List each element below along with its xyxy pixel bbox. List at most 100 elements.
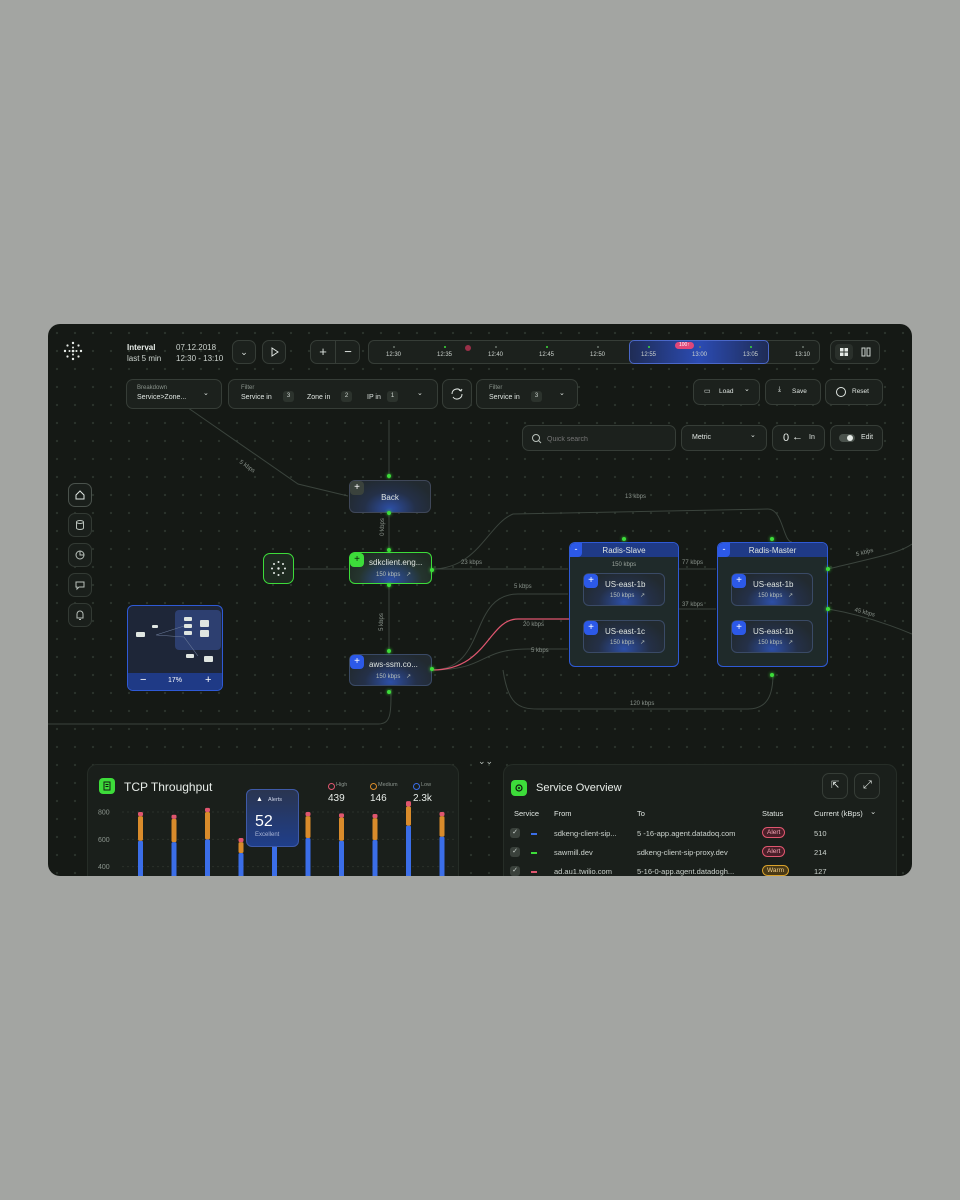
play-button[interactable]	[262, 340, 286, 364]
bar-low[interactable]	[272, 844, 277, 876]
open-external-button[interactable]: ⇱	[822, 773, 848, 799]
expand-button[interactable]: ⤢	[854, 773, 880, 799]
row-checkbox[interactable]: ✓	[510, 847, 520, 857]
add-icon[interactable]: +	[732, 621, 746, 635]
timeline[interactable]: 100↑ 12:30 12:35 12:40 12:45 12:50 12:55 13:00…	[368, 340, 820, 364]
save-label: Save	[792, 388, 807, 395]
interval-dropdown-button[interactable]: ⌄	[232, 340, 256, 364]
minimap-zoom-in[interactable]: +	[205, 674, 211, 686]
breakdown-dropdown[interactable]: Breakdown Service>Zone... ⌄	[126, 379, 222, 409]
port-dot	[387, 511, 391, 515]
split-view-button[interactable]	[857, 344, 875, 360]
node-back[interactable]: + Back	[349, 480, 431, 513]
grid-view-button[interactable]	[835, 344, 853, 360]
filter-label: Filter	[489, 385, 503, 391]
table-row[interactable]: ✓ sdkeng-client-sip... 5 -16-app.agent.dat…	[504, 825, 884, 843]
node-us-east-1b-2[interactable]: + US-east-1b 150 kbps ↗	[731, 620, 813, 653]
refresh-button[interactable]	[442, 379, 472, 409]
edge-label: 5 kbps	[514, 584, 532, 590]
collapse-panel-button[interactable]: ⌄⌄	[478, 756, 493, 767]
node-us-east-1c[interactable]: + US-east-1c 150 kbps ↗	[583, 620, 665, 653]
group-radis-slave[interactable]: - Radis-Slave 150 kbps + US-east-1b 150 …	[569, 542, 679, 667]
search-input[interactable]	[545, 431, 669, 447]
bar-low[interactable]	[171, 842, 177, 876]
metric-dropdown[interactable]: Metric ⌄	[681, 425, 767, 451]
bar-medium[interactable]	[372, 818, 378, 841]
col-to[interactable]: To	[637, 809, 645, 818]
table-row[interactable]: ✓ sawmill.dev sdkeng-client-sip-proxy.dev A…	[504, 844, 884, 862]
add-icon[interactable]: +	[350, 553, 364, 567]
save-button[interactable]: ⤓ Save	[765, 379, 821, 405]
interval-value: last 5 min	[127, 354, 162, 363]
node-us-east-1b[interactable]: + US-east-1b 150 kbps ↗	[583, 573, 665, 606]
nav-database[interactable]	[68, 513, 92, 537]
row-checkbox[interactable]: ✓	[510, 866, 520, 876]
bar-low[interactable]	[406, 825, 411, 876]
bar-medium[interactable]	[138, 816, 143, 841]
search-icon	[532, 434, 542, 444]
arrow-up-right-icon: ↗	[640, 593, 646, 599]
table-row[interactable]: ✓ ad.au1.twilio.com 5-16-0-app.agent.datad…	[504, 863, 884, 876]
bar-medium[interactable]	[339, 817, 344, 841]
bar-high[interactable]	[171, 814, 177, 819]
bar-high[interactable]	[439, 812, 445, 817]
col-current[interactable]: Current (kBps)	[814, 809, 863, 818]
minimap[interactable]: − 17% +	[127, 605, 223, 691]
toggle-switch[interactable]	[839, 434, 855, 442]
timeline-tick: 13:10	[795, 352, 811, 358]
load-button[interactable]: ▭ Load ⌄	[693, 379, 760, 405]
bar-medium[interactable]	[439, 816, 445, 837]
bar-high[interactable]	[339, 813, 344, 818]
bar-medium[interactable]	[171, 818, 177, 843]
quick-search[interactable]	[522, 425, 676, 451]
bar-high[interactable]	[205, 807, 210, 812]
ip-in-label: IP in	[367, 394, 381, 401]
bar-low[interactable]	[205, 839, 210, 876]
node-us-east-1b[interactable]: + US-east-1b 150 kbps ↗	[731, 573, 813, 606]
nav-home[interactable]	[68, 483, 92, 507]
col-status[interactable]: Status	[762, 809, 783, 818]
bar-low[interactable]	[238, 853, 244, 876]
bar-low[interactable]	[305, 837, 311, 876]
bar-low[interactable]	[372, 840, 378, 876]
node-sdkclient[interactable]: + sdkclient.eng... 150 kbps ↗	[349, 552, 432, 584]
bar-medium[interactable]	[238, 842, 244, 853]
nav-alerts[interactable]	[68, 603, 92, 627]
row-checkbox[interactable]: ✓	[510, 828, 520, 838]
zoom-in-button[interactable]: +	[311, 341, 336, 363]
direction-toggle[interactable]: 0 ← In	[772, 425, 825, 451]
bar-high[interactable]	[138, 812, 143, 817]
bar-medium[interactable]	[406, 806, 411, 826]
source-node[interactable]	[263, 553, 294, 584]
bar-high[interactable]	[406, 801, 411, 807]
add-icon[interactable]: +	[584, 574, 598, 588]
edge-label: 23 kbps	[461, 560, 483, 566]
node-label: US-east-1b	[753, 627, 794, 636]
bar-medium[interactable]	[305, 816, 311, 838]
bar-low[interactable]	[439, 836, 445, 876]
bar-high[interactable]	[238, 837, 244, 843]
bar-high[interactable]	[305, 812, 311, 817]
logo-icon[interactable]	[62, 340, 84, 362]
add-icon[interactable]: +	[732, 574, 746, 588]
service-in-label: Service in	[241, 394, 272, 401]
filter-service-zone-ip[interactable]: Filter Service in 3 Zone in 2 IP in 1 ⌄	[228, 379, 438, 409]
col-from[interactable]: From	[554, 809, 572, 818]
bar-low[interactable]	[339, 840, 344, 876]
zoom-out-button[interactable]: −	[336, 341, 360, 363]
bar-high[interactable]	[372, 814, 378, 819]
gear-icon	[511, 780, 527, 796]
bar-low[interactable]	[138, 840, 143, 876]
edit-toggle[interactable]: Edit	[830, 425, 883, 451]
group-radis-master[interactable]: - Radis-Master + US-east-1b 150 kbps ↗ +…	[717, 542, 828, 667]
filter-service[interactable]: Filter Service in 3 ⌄	[476, 379, 578, 409]
bar-medium[interactable]	[205, 812, 210, 840]
nav-analytics[interactable]	[68, 543, 92, 567]
reset-button[interactable]: Reset	[825, 379, 883, 405]
nav-messages[interactable]	[68, 573, 92, 597]
add-icon[interactable]: +	[350, 655, 364, 669]
warning-icon: ▲	[256, 796, 263, 803]
node-aws-ssm[interactable]: + aws-ssm.co... 150 kbps ↗	[349, 654, 432, 686]
add-icon[interactable]: +	[584, 621, 598, 635]
col-service[interactable]: Service	[514, 809, 539, 818]
